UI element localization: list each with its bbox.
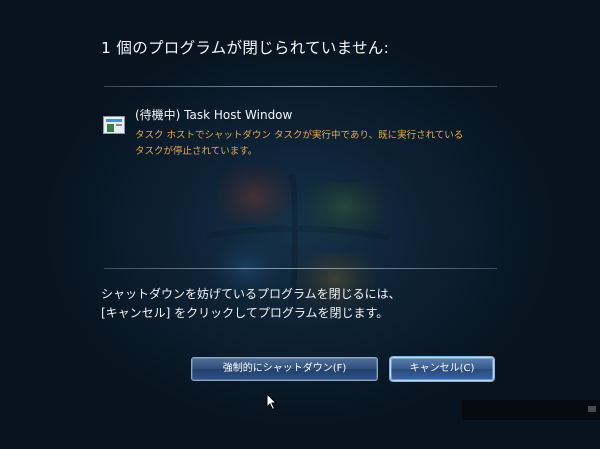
program-name: (待機中) Task Host Window bbox=[135, 108, 293, 122]
tray-indicator-icon bbox=[588, 406, 596, 412]
instructions-line-1: シャットダウンを妨げているプログラムを閉じるには、 bbox=[101, 287, 401, 301]
cancel-button[interactable]: キャンセル(C) bbox=[390, 357, 494, 381]
program-status: タスク ホストでシャットダウン タスクが実行中であり、既に実行されている タスク… bbox=[135, 128, 495, 160]
task-host-window-icon bbox=[103, 116, 125, 134]
shutdown-blocking-screen: 1 個のプログラムが閉じられていません: (待機中) Task Host Win… bbox=[0, 0, 600, 449]
instructions-text: シャットダウンを妨げているプログラムを閉じるには、 [キャンセル] をクリックし… bbox=[101, 285, 401, 323]
mouse-cursor-icon bbox=[266, 393, 278, 411]
top-separator bbox=[104, 86, 497, 87]
system-tray-remnant bbox=[462, 400, 600, 420]
program-status-line-1: タスク ホストでシャットダウン タスクが実行中であり、既に実行されている bbox=[135, 130, 464, 141]
bottom-separator bbox=[104, 268, 497, 269]
force-shutdown-button[interactable]: 強制的にシャットダウン(F) bbox=[191, 357, 378, 381]
instructions-line-2: [キャンセル] をクリックしてプログラムを閉じます。 bbox=[101, 306, 389, 320]
program-status-line-2: タスクが停止されています。 bbox=[135, 146, 258, 157]
dialog-title: 1 個のプログラムが閉じられていません: bbox=[101, 39, 390, 57]
